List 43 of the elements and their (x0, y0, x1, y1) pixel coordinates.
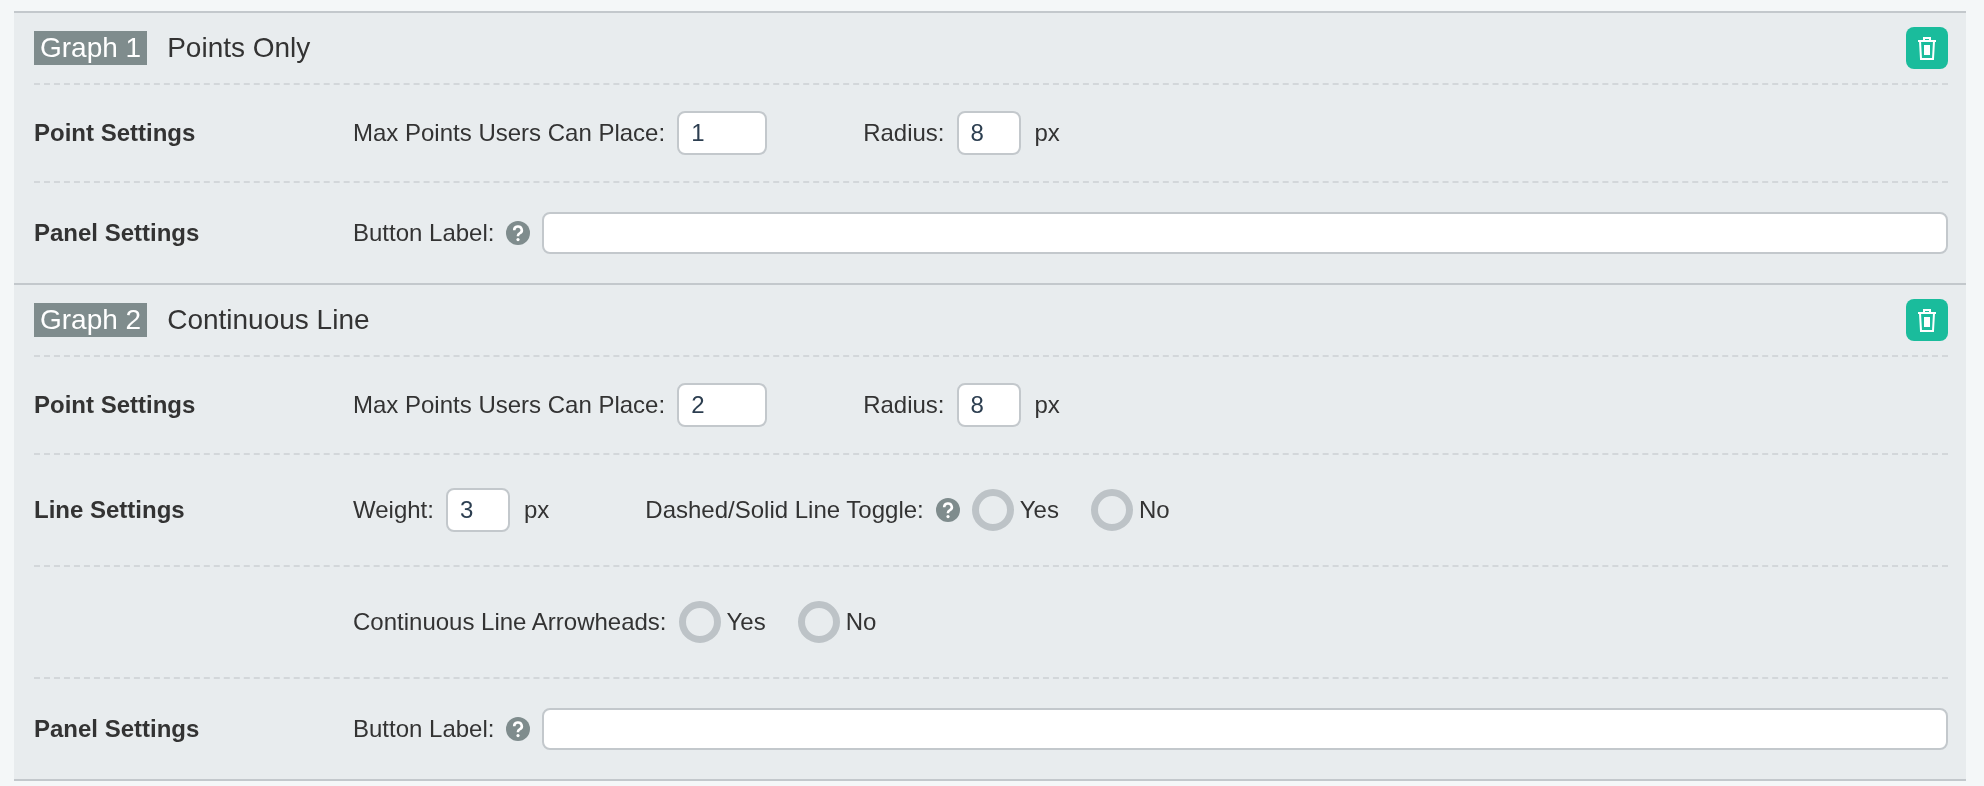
option-label: Yes (726, 608, 766, 636)
field-label: Weight: (353, 496, 434, 524)
radio-button[interactable] (797, 601, 840, 643)
trash-icon (1917, 36, 1937, 60)
section-heading: Panel Settings (34, 219, 200, 246)
delete-button[interactable] (1906, 27, 1948, 69)
field-label: Max Points Users Can Place: (353, 391, 666, 419)
number-input[interactable]: 8 (956, 111, 1021, 155)
radio-button[interactable] (1090, 489, 1133, 531)
field-label: Button Label: (353, 715, 495, 743)
radio-button[interactable] (678, 601, 721, 643)
text-input[interactable] (542, 708, 1948, 750)
section-heading: Point Settings (34, 119, 196, 146)
option-label: Yes (1019, 496, 1059, 524)
number-input[interactable]: 3 (445, 488, 510, 532)
delete-button[interactable] (1906, 299, 1948, 341)
graph-title: Points Only (167, 32, 311, 64)
option-label: No (845, 608, 877, 636)
section-heading: Line Settings (34, 496, 185, 523)
field-label: Button Label: (353, 219, 495, 247)
field-label: Radius: (863, 391, 945, 419)
field-label: Radius: (863, 119, 945, 147)
unit-label: px (1034, 391, 1060, 419)
number-input[interactable]: 2 (677, 383, 768, 427)
field-label: Max Points Users Can Place: (353, 119, 666, 147)
number-input[interactable]: 1 (677, 111, 768, 155)
radio-button[interactable] (971, 489, 1014, 531)
option-label: No (1138, 496, 1170, 524)
unit-label: px (523, 496, 550, 524)
graph-tag: Graph 2 (34, 303, 148, 337)
field-label: Continuous Line Arrowheads: (353, 608, 667, 636)
section-heading: Point Settings (34, 391, 196, 418)
graph-title: Continuous Line (167, 304, 370, 336)
trash-icon (1917, 308, 1937, 332)
unit-label: px (1034, 119, 1060, 147)
number-input[interactable]: 8 (956, 383, 1021, 427)
help-icon[interactable] (506, 221, 531, 245)
text-input[interactable] (542, 212, 1948, 254)
help-icon[interactable] (506, 717, 531, 741)
section-heading: Panel Settings (34, 715, 200, 742)
field-label: Dashed/Solid Line Toggle: (645, 496, 924, 524)
graph-tag: Graph 1 (34, 31, 148, 65)
help-icon[interactable] (935, 498, 960, 522)
